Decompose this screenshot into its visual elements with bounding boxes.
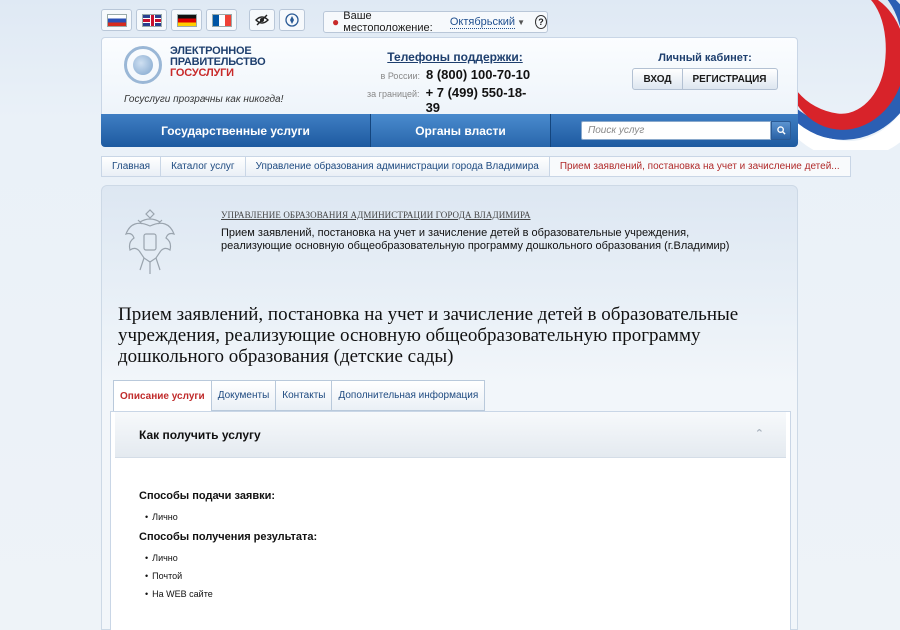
chevron-up-icon[interactable]: ⌃ [755, 427, 764, 440]
cabinet-title: Личный кабинет: [658, 52, 752, 64]
service-content: УПРАВЛЕНИЕ ОБРАЗОВАНИЯ АДМИНИСТРАЦИИ ГОР… [101, 185, 798, 630]
page-title: Прием заявлений, постановка на учет и за… [118, 304, 739, 367]
list-item: Лично [145, 553, 178, 563]
list-item: Лично [145, 512, 178, 522]
nav-authorities[interactable]: Органы власти [371, 114, 551, 147]
flag-ru-icon[interactable] [101, 9, 132, 31]
search-icon[interactable] [771, 121, 791, 140]
phone-abroad: + 7 (499) 550-18-39 [425, 85, 527, 115]
organization-description: Прием заявлений, постановка на учет и за… [221, 227, 730, 252]
accordion-header[interactable]: Как получить услугу ⌃ [115, 412, 786, 458]
register-button[interactable]: РЕГИСТРАЦИЯ [682, 68, 778, 90]
list-item: На WEB сайте [145, 589, 213, 599]
support-phones: Телефоны поддержки: в России: 8 (800) 10… [360, 50, 540, 115]
list-item: Почтой [145, 571, 182, 581]
flag-en-icon[interactable] [136, 9, 167, 31]
nav-services[interactable]: Государственные услуги [101, 114, 371, 147]
breadcrumb-catalog[interactable]: Каталог услуг [160, 156, 246, 177]
flag-fr-icon[interactable] [206, 9, 237, 31]
logo-emblem-icon [124, 46, 162, 84]
phone-ru: 8 (800) 100-70-10 [426, 67, 531, 82]
tab-documents[interactable]: Документы [210, 380, 277, 411]
breadcrumb: Главная Каталог услуг Управление образов… [101, 156, 851, 177]
breadcrumb-home[interactable]: Главная [101, 156, 162, 177]
tab-panel: Как получить услугу ⌃ Способы подачи зая… [110, 411, 791, 630]
flag-de-icon[interactable] [171, 9, 202, 31]
help-icon[interactable]: ? [535, 15, 547, 29]
tab-description[interactable]: Описание услуги [113, 380, 212, 412]
phones-title[interactable]: Телефоны поддержки: [370, 50, 540, 64]
accordion-title: Как получить услугу [139, 427, 261, 442]
location-label: Ваше местоположение: [343, 10, 433, 34]
result-methods-title: Способы получения результата: [139, 531, 318, 543]
language-bar [101, 9, 305, 34]
organization-link[interactable]: УПРАВЛЕНИЕ ОБРАЗОВАНИЯ АДМИНИСТРАЦИИ ГОР… [221, 210, 531, 220]
slogan: Госуслуги прозрачны как никогда! [124, 94, 284, 105]
location-city[interactable]: Октябрьский [449, 16, 516, 29]
compass-icon[interactable] [279, 9, 305, 31]
service-tabs: Описание услуги Документы Контакты Допол… [113, 380, 486, 412]
chevron-down-icon[interactable]: ▼ [517, 18, 525, 27]
logo-line-3: ГОСУСЛУГИ [170, 67, 234, 79]
coat-of-arms-icon [124, 209, 176, 274]
gosuslugi-logo[interactable]: ЭЛЕКТРОННОЕ ПРАВИТЕЛЬСТВО ГОСУСЛУГИ [124, 46, 266, 84]
phone-ru-label: в России: [380, 71, 420, 81]
tab-additional-info[interactable]: Дополнительная информация [331, 380, 486, 411]
search-input[interactable]: Поиск услуг [581, 121, 771, 140]
tab-contacts[interactable]: Контакты [275, 380, 333, 411]
breadcrumb-department[interactable]: Управление образования администрации гор… [244, 156, 550, 177]
search-box: Поиск услуг [581, 121, 791, 140]
phone-abroad-label: за границей: [367, 89, 420, 99]
location-pin-icon: ● [332, 15, 340, 29]
personal-cabinet: Личный кабинет: ВХОД РЕГИСТРАЦИЯ [630, 52, 780, 90]
breadcrumb-current: Прием заявлений, постановка на учет и за… [548, 156, 851, 177]
login-button[interactable]: ВХОД [632, 68, 683, 90]
accessibility-eye-icon[interactable] [249, 9, 275, 31]
submit-methods-title: Способы подачи заявки: [139, 490, 276, 502]
main-nav: Государственные услуги Органы власти Пои… [101, 114, 798, 147]
location-selector[interactable]: ● Ваше местоположение: Октябрьский ▼ ? [323, 10, 548, 34]
header-panel: ЭЛЕКТРОННОЕ ПРАВИТЕЛЬСТВО ГОСУСЛУГИ Госу… [101, 37, 798, 115]
